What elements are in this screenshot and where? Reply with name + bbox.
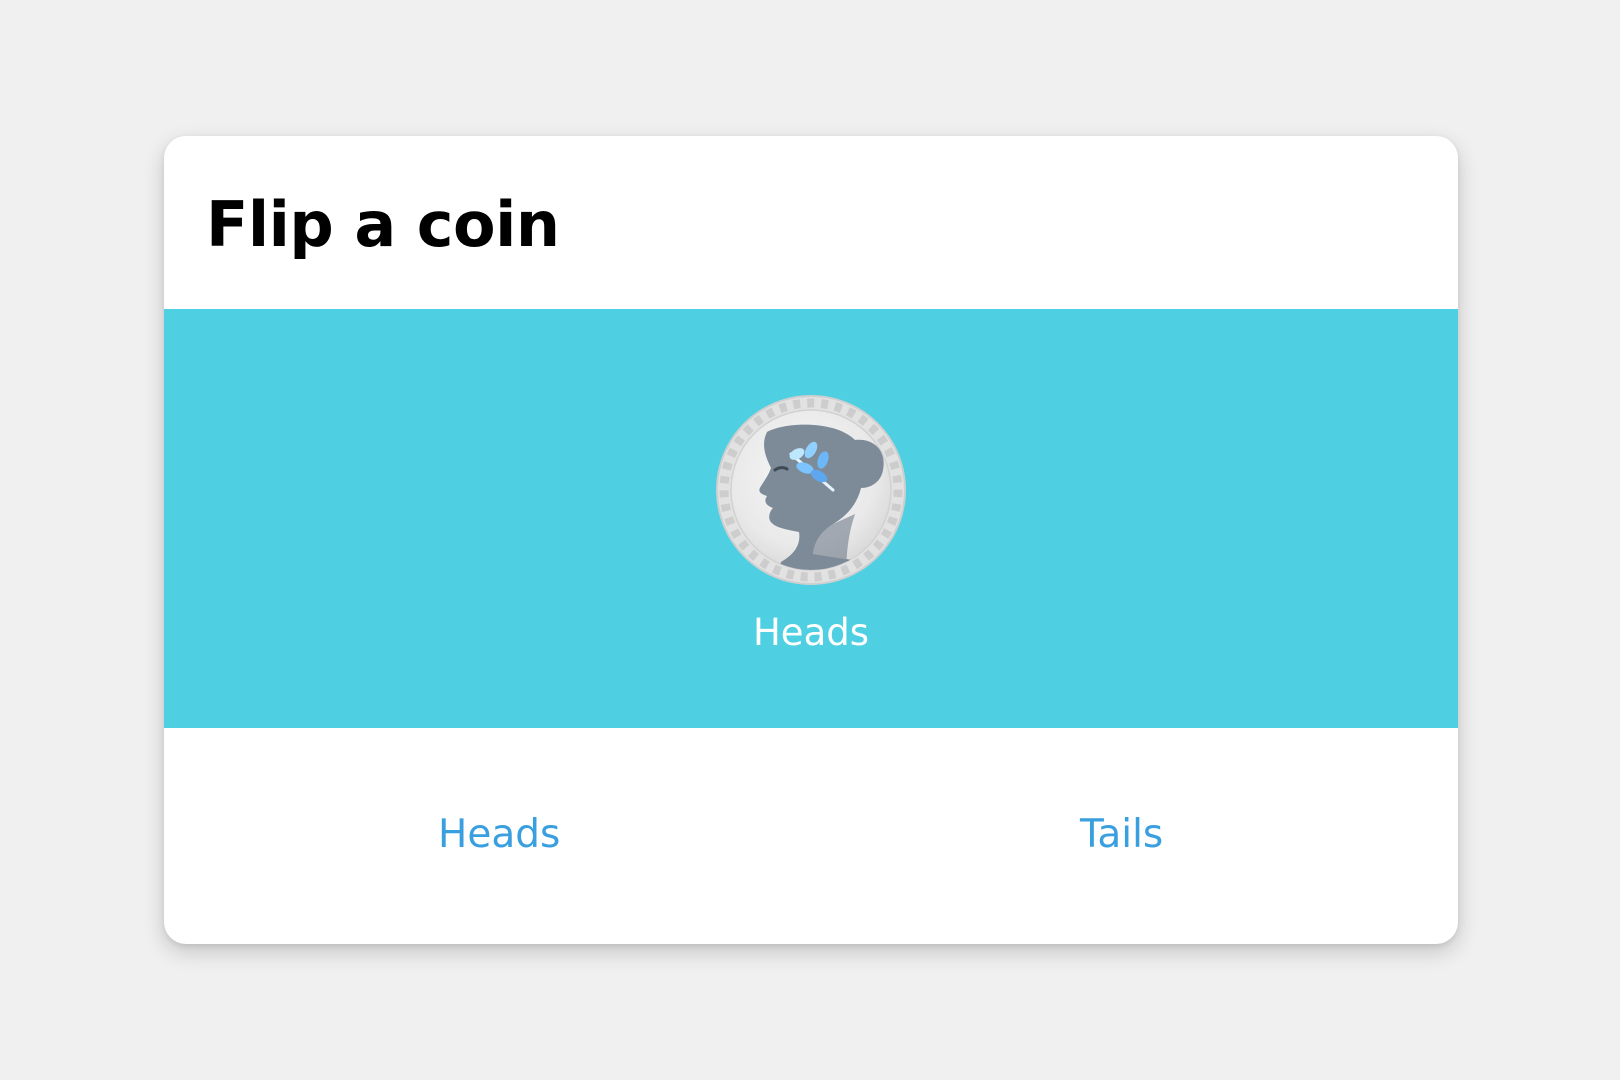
flip-coin-card: Flip a coin Heads Heads Tails (164, 136, 1458, 944)
card-header: Flip a coin (164, 136, 1458, 309)
heads-button[interactable]: Heads (438, 812, 560, 858)
result-label: Heads (752, 611, 870, 654)
result-panel: Heads (164, 309, 1458, 728)
page-title: Flip a coin (206, 188, 560, 261)
coin-heads-icon (715, 394, 907, 586)
action-bar: Heads Tails (164, 728, 1458, 944)
tails-button[interactable]: Tails (1080, 812, 1163, 858)
